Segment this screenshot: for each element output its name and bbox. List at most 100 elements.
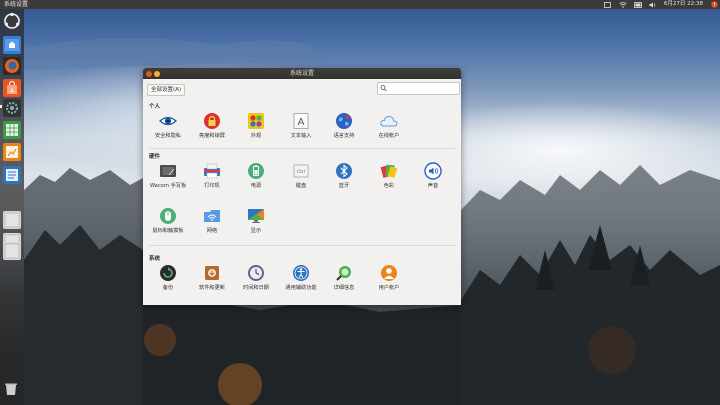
settings-item-label: 详细信息	[333, 285, 355, 291]
settings-item-brightness-lock[interactable]: 亮度和锁屏	[192, 112, 232, 140]
settings-item-printers[interactable]: 打印机	[192, 162, 232, 190]
settings-item-label: 语言支持	[333, 133, 355, 139]
dash-button[interactable]	[3, 12, 21, 30]
settings-item-label: 亮度和锁屏	[199, 133, 225, 139]
backup-icon	[160, 265, 176, 281]
display-icon	[248, 209, 264, 223]
window-title: 系统设置	[289, 70, 314, 77]
settings-item-appearance[interactable]: 外观	[236, 112, 276, 140]
active-indicator	[0, 105, 2, 108]
settings-item-displays[interactable]: 显示	[236, 207, 276, 235]
settings-item-label: 通用辅助功能	[285, 285, 317, 291]
settings-item-label: 色彩	[383, 183, 395, 189]
section-title-system: 系统	[149, 256, 161, 262]
settings-item-text-entry[interactable]: A 文本输入	[281, 112, 321, 140]
settings-item-label: 网络	[206, 228, 218, 234]
launcher-drive-3[interactable]	[3, 242, 21, 260]
settings-item-label: 在线帐户	[378, 133, 400, 139]
battery-icon	[248, 163, 264, 179]
settings-item-time-date[interactable]: 时间和日期	[236, 264, 276, 292]
wifi-icon[interactable]	[619, 1, 627, 8]
drive-icon	[4, 212, 20, 228]
settings-item-details[interactable]: 详细信息	[324, 264, 364, 292]
settings-item-label: 备份	[162, 285, 174, 291]
settings-item-label: Wacom 手写板	[149, 183, 187, 189]
settings-item-label: 外观	[250, 133, 262, 139]
settings-item-mouse-touchpad[interactable]: 鼠标和触摸板	[148, 207, 188, 235]
settings-item-label: 电源	[250, 183, 262, 189]
network-folder-icon	[204, 210, 220, 222]
section-divider	[149, 245, 455, 246]
active-window-title: 系统设置	[4, 1, 29, 8]
launcher-trash[interactable]	[5, 382, 17, 396]
launcher-drive-1[interactable]	[3, 211, 21, 229]
settings-item-universal-access[interactable]: 通用辅助功能	[281, 264, 321, 292]
settings-item-label: 显示	[250, 228, 262, 234]
settings-window: 系统设置 全部设置(A) 个人 安全和隐私 亮度和锁屏 外观 A 文本输入 语言…	[143, 68, 461, 305]
launcher-calc[interactable]	[3, 121, 21, 139]
clock-icon	[248, 265, 264, 281]
launcher-software-center[interactable]: A	[3, 79, 21, 97]
color-icon	[380, 164, 398, 178]
settings-item-sound[interactable]: 声音	[413, 162, 453, 190]
launcher-system-settings[interactable]	[3, 99, 21, 117]
presentation-icon	[6, 146, 18, 158]
section-title-hardware: 硬件	[149, 154, 161, 160]
settings-item-label: 安全和隐私	[155, 133, 181, 139]
volume-icon[interactable]	[649, 1, 657, 8]
search-input[interactable]	[386, 83, 456, 94]
svg-text:A: A	[298, 117, 305, 128]
keyboard-layout-icon[interactable]	[604, 1, 612, 8]
search-box[interactable]	[377, 82, 460, 95]
settings-item-keyboard[interactable]: Ctrl 键盘	[281, 162, 321, 190]
settings-item-label: 用户帐户	[378, 285, 400, 291]
settings-item-software-updates[interactable]: 软件和更新	[192, 264, 232, 292]
all-settings-button[interactable]: 全部设置(A)	[147, 83, 186, 96]
user-accounts-icon	[381, 265, 397, 281]
settings-item-label: 时间和日期	[243, 285, 269, 291]
clock[interactable]: 6月27日 22:38	[664, 0, 703, 9]
settings-item-label: 键盘	[295, 183, 307, 189]
settings-item-label: 软件和更新	[199, 285, 225, 291]
indicator-area: 6月27日 22:38	[604, 0, 718, 9]
settings-icon	[6, 102, 18, 114]
speaker-icon	[424, 162, 442, 180]
launcher-firefox[interactable]	[3, 57, 21, 75]
settings-item-label: 文本输入	[290, 133, 312, 139]
window-toolbar: 全部设置(A)	[143, 79, 461, 99]
trash-icon	[5, 383, 17, 395]
settings-item-security-privacy[interactable]: 安全和隐私	[148, 112, 188, 140]
home-folder-icon	[5, 39, 19, 51]
settings-item-label: 声音	[427, 183, 439, 189]
software-updates-icon	[205, 266, 219, 280]
section-title-personal: 个人	[149, 104, 161, 110]
settings-item-language-support[interactable]: 语言支持	[324, 112, 364, 140]
mouse-icon	[160, 208, 176, 224]
settings-item-network[interactable]: 网络	[192, 207, 232, 235]
settings-item-user-accounts[interactable]: 用户帐户	[369, 264, 409, 292]
battery-status-icon[interactable]	[633, 1, 642, 8]
window-titlebar[interactable]: 系统设置	[143, 68, 461, 79]
launcher-files[interactable]	[3, 36, 21, 54]
launcher-writer[interactable]	[3, 166, 21, 184]
appearance-icon	[248, 113, 264, 129]
keyboard-icon: Ctrl	[293, 164, 309, 178]
settings-item-label: 打印机	[204, 183, 220, 189]
bluetooth-icon	[336, 163, 352, 179]
power-icon[interactable]	[710, 1, 718, 8]
drive-icon	[4, 243, 20, 259]
launcher: A	[0, 9, 24, 405]
language-globe-icon	[336, 113, 352, 129]
settings-item-bluetooth[interactable]: 蓝牙	[324, 162, 364, 190]
settings-item-backup[interactable]: 备份	[148, 264, 188, 292]
ubuntu-logo-icon	[4, 12, 20, 29]
eye-icon	[159, 116, 177, 126]
settings-item-wacom-tablet[interactable]: Wacom 手写板	[148, 162, 188, 190]
shopping-bag-icon: A	[7, 80, 17, 95]
launcher-impress[interactable]	[3, 143, 21, 161]
settings-item-online-accounts[interactable]: 在线帐户	[369, 112, 409, 140]
settings-item-color[interactable]: 色彩	[369, 162, 409, 190]
settings-item-label: 蓝牙	[338, 183, 350, 189]
settings-item-power[interactable]: 电源	[236, 162, 276, 190]
firefox-icon	[5, 59, 19, 73]
